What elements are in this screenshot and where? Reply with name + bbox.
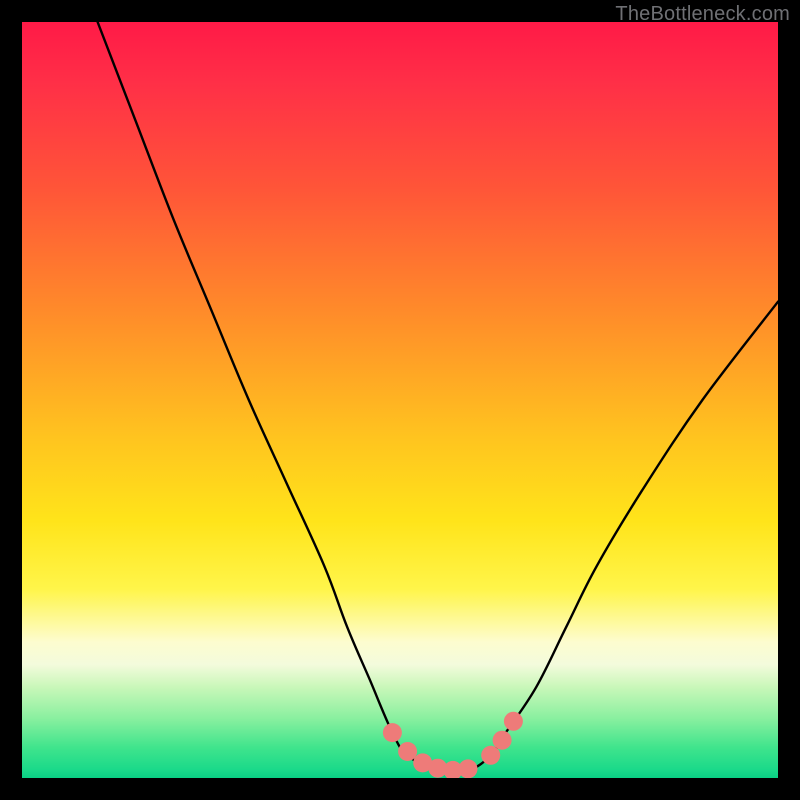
curve-markers xyxy=(383,712,523,778)
curve-marker xyxy=(493,731,512,750)
curve-marker xyxy=(504,712,523,731)
chart-frame: TheBottleneck.com xyxy=(0,0,800,800)
curve-marker xyxy=(383,723,402,742)
curve-marker xyxy=(398,742,417,761)
curve-marker xyxy=(459,759,478,778)
chart-svg xyxy=(22,22,778,778)
curve-marker xyxy=(481,746,500,765)
plot-area xyxy=(22,22,778,778)
bottleneck-curve xyxy=(98,22,778,773)
